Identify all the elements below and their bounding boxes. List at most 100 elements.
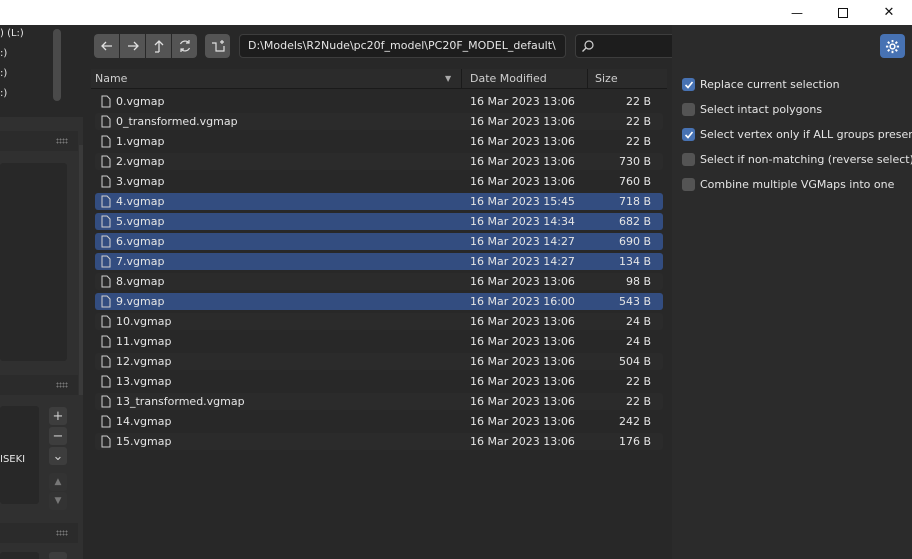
file-size: 134 B (618, 255, 651, 268)
option-checkbox[interactable]: Select if non-matching (reverse select) (682, 153, 912, 166)
maximize-button[interactable] (820, 0, 866, 25)
file-icon (101, 395, 111, 408)
file-name: 14.vgmap (116, 415, 172, 428)
file-row[interactable]: 11.vgmap 16 Mar 2023 13:06 24 B (91, 332, 667, 352)
file-size: 504 B (618, 355, 651, 368)
other-list (0, 552, 39, 559)
column-name[interactable]: Name (95, 72, 127, 85)
file-row[interactable]: 14.vgmap 16 Mar 2023 13:06 242 B (91, 412, 667, 432)
file-size: 760 B (618, 175, 651, 188)
new-folder-button[interactable] (205, 34, 230, 58)
checkbox-unchecked-icon[interactable] (682, 178, 695, 191)
column-date-modified[interactable]: Date Modified (470, 72, 547, 85)
file-row[interactable]: 6.vgmap 16 Mar 2023 14:27 690 B (91, 232, 667, 252)
row-background (95, 293, 663, 310)
file-date: 16 Mar 2023 13:06 (470, 335, 575, 348)
option-checkbox[interactable]: Replace current selection (682, 78, 840, 91)
option-checkbox[interactable]: Select intact polygons (682, 103, 822, 116)
file-row[interactable]: 2.vgmap 16 Mar 2023 13:06 730 B (91, 152, 667, 172)
file-row[interactable]: 10.vgmap 16 Mar 2023 13:06 24 B (91, 312, 667, 332)
row-background (95, 333, 663, 350)
forward-button[interactable] (120, 34, 145, 58)
row-background (95, 413, 663, 430)
checkbox-unchecked-icon[interactable] (682, 103, 695, 116)
file-row[interactable]: 13_transformed.vgmap 16 Mar 2023 13:06 22 … (91, 392, 667, 412)
file-date: 16 Mar 2023 13:06 (470, 115, 575, 128)
sort-descending-icon[interactable]: ▼ (445, 74, 451, 83)
drag-grip-icon[interactable] (56, 530, 68, 536)
file-row[interactable]: 0_transformed.vgmap 16 Mar 2023 13:06 22 B (91, 112, 667, 132)
row-background (95, 193, 663, 210)
file-row[interactable]: 13.vgmap 16 Mar 2023 13:06 22 B (91, 372, 667, 392)
file-name: 10.vgmap (116, 315, 172, 328)
back-button[interactable] (94, 34, 119, 58)
checkbox-checked-icon[interactable] (682, 128, 695, 141)
file-date: 16 Mar 2023 14:27 (470, 235, 575, 248)
directory-path-field[interactable]: D:\Models\R2Nude\pc20f_model\PC20F_MODEL… (239, 34, 566, 58)
drag-grip-icon[interactable] (56, 382, 68, 388)
file-row[interactable]: 5.vgmap 16 Mar 2023 14:34 682 B (91, 212, 667, 232)
checkbox-unchecked-icon[interactable] (682, 153, 695, 166)
parent-directory-icon (154, 40, 163, 53)
option-checkbox[interactable]: Select vertex only if ALL groups present (682, 128, 912, 141)
file-row[interactable]: 4.vgmap 16 Mar 2023 15:45 718 B (91, 192, 667, 212)
minimize-button[interactable]: — (774, 0, 820, 25)
drag-grip-icon[interactable] (56, 138, 68, 144)
settings-button[interactable] (880, 34, 905, 58)
file-icon (101, 155, 111, 168)
panel-header-bookmarks[interactable] (0, 131, 78, 151)
move-down-button[interactable]: ▼ (49, 492, 67, 510)
checkbox-checked-icon[interactable] (682, 78, 695, 91)
refresh-button[interactable] (172, 34, 197, 58)
refresh-icon (179, 40, 190, 52)
file-row[interactable]: 3.vgmap 16 Mar 2023 13:06 760 B (91, 172, 667, 192)
file-date: 16 Mar 2023 13:06 (470, 135, 575, 148)
file-row[interactable]: 0.vgmap 16 Mar 2023 13:06 22 B (91, 92, 667, 112)
file-icon (101, 215, 111, 228)
column-divider[interactable] (587, 69, 588, 89)
row-background (95, 313, 663, 330)
row-background (95, 153, 663, 170)
recent-item[interactable]: ISEKI (0, 454, 25, 465)
file-row[interactable]: 15.vgmap 16 Mar 2023 13:06 176 B (91, 432, 667, 452)
search-icon (582, 40, 594, 52)
drive-item[interactable]: :) (0, 88, 7, 99)
file-row[interactable]: 9.vgmap 16 Mar 2023 16:00 543 B (91, 292, 667, 312)
file-size: 22 B (625, 95, 651, 108)
drive-item[interactable]: :) (0, 48, 7, 59)
panel-header-recent[interactable] (0, 375, 78, 395)
column-divider[interactable] (461, 69, 462, 89)
file-name: 9.vgmap (116, 295, 165, 308)
remove-button[interactable]: − (49, 427, 67, 445)
move-up-button[interactable]: ▲ (49, 473, 67, 491)
file-name: 11.vgmap (116, 335, 172, 348)
file-name: 0.vgmap (116, 95, 165, 108)
add-button[interactable]: + (49, 407, 67, 425)
column-size[interactable]: Size (595, 72, 618, 85)
option-label: Select if non-matching (reverse select) (700, 153, 912, 166)
panel-header-other[interactable] (0, 523, 78, 543)
file-size: 24 B (625, 335, 651, 348)
file-size: 22 B (625, 375, 651, 388)
file-row[interactable]: 12.vgmap 16 Mar 2023 13:06 504 B (91, 352, 667, 372)
file-name: 6.vgmap (116, 235, 165, 248)
option-checkbox[interactable]: Combine multiple VGMaps into one (682, 178, 894, 191)
file-date: 16 Mar 2023 13:06 (470, 155, 575, 168)
file-icon (101, 235, 111, 248)
drive-item[interactable]: :) (0, 68, 7, 79)
parent-directory-button[interactable] (146, 34, 171, 58)
file-name: 13.vgmap (116, 375, 172, 388)
collapsed-button[interactable] (49, 552, 67, 559)
file-row[interactable]: 1.vgmap 16 Mar 2023 13:06 22 B (91, 132, 667, 152)
drive-item[interactable]: ) (L:) (0, 28, 24, 39)
file-name: 2.vgmap (116, 155, 165, 168)
specials-dropdown[interactable]: ⌄ (49, 447, 67, 465)
arrow-down-icon: ▼ (54, 496, 62, 506)
row-background (95, 373, 663, 390)
file-row[interactable]: 7.vgmap 16 Mar 2023 14:27 134 B (91, 252, 667, 272)
close-button[interactable]: ✕ (866, 0, 912, 25)
drives-scrollbar[interactable] (53, 29, 61, 101)
file-name: 12.vgmap (116, 355, 172, 368)
new-folder-icon (211, 40, 225, 52)
file-row[interactable]: 8.vgmap 16 Mar 2023 13:06 98 B (91, 272, 667, 292)
